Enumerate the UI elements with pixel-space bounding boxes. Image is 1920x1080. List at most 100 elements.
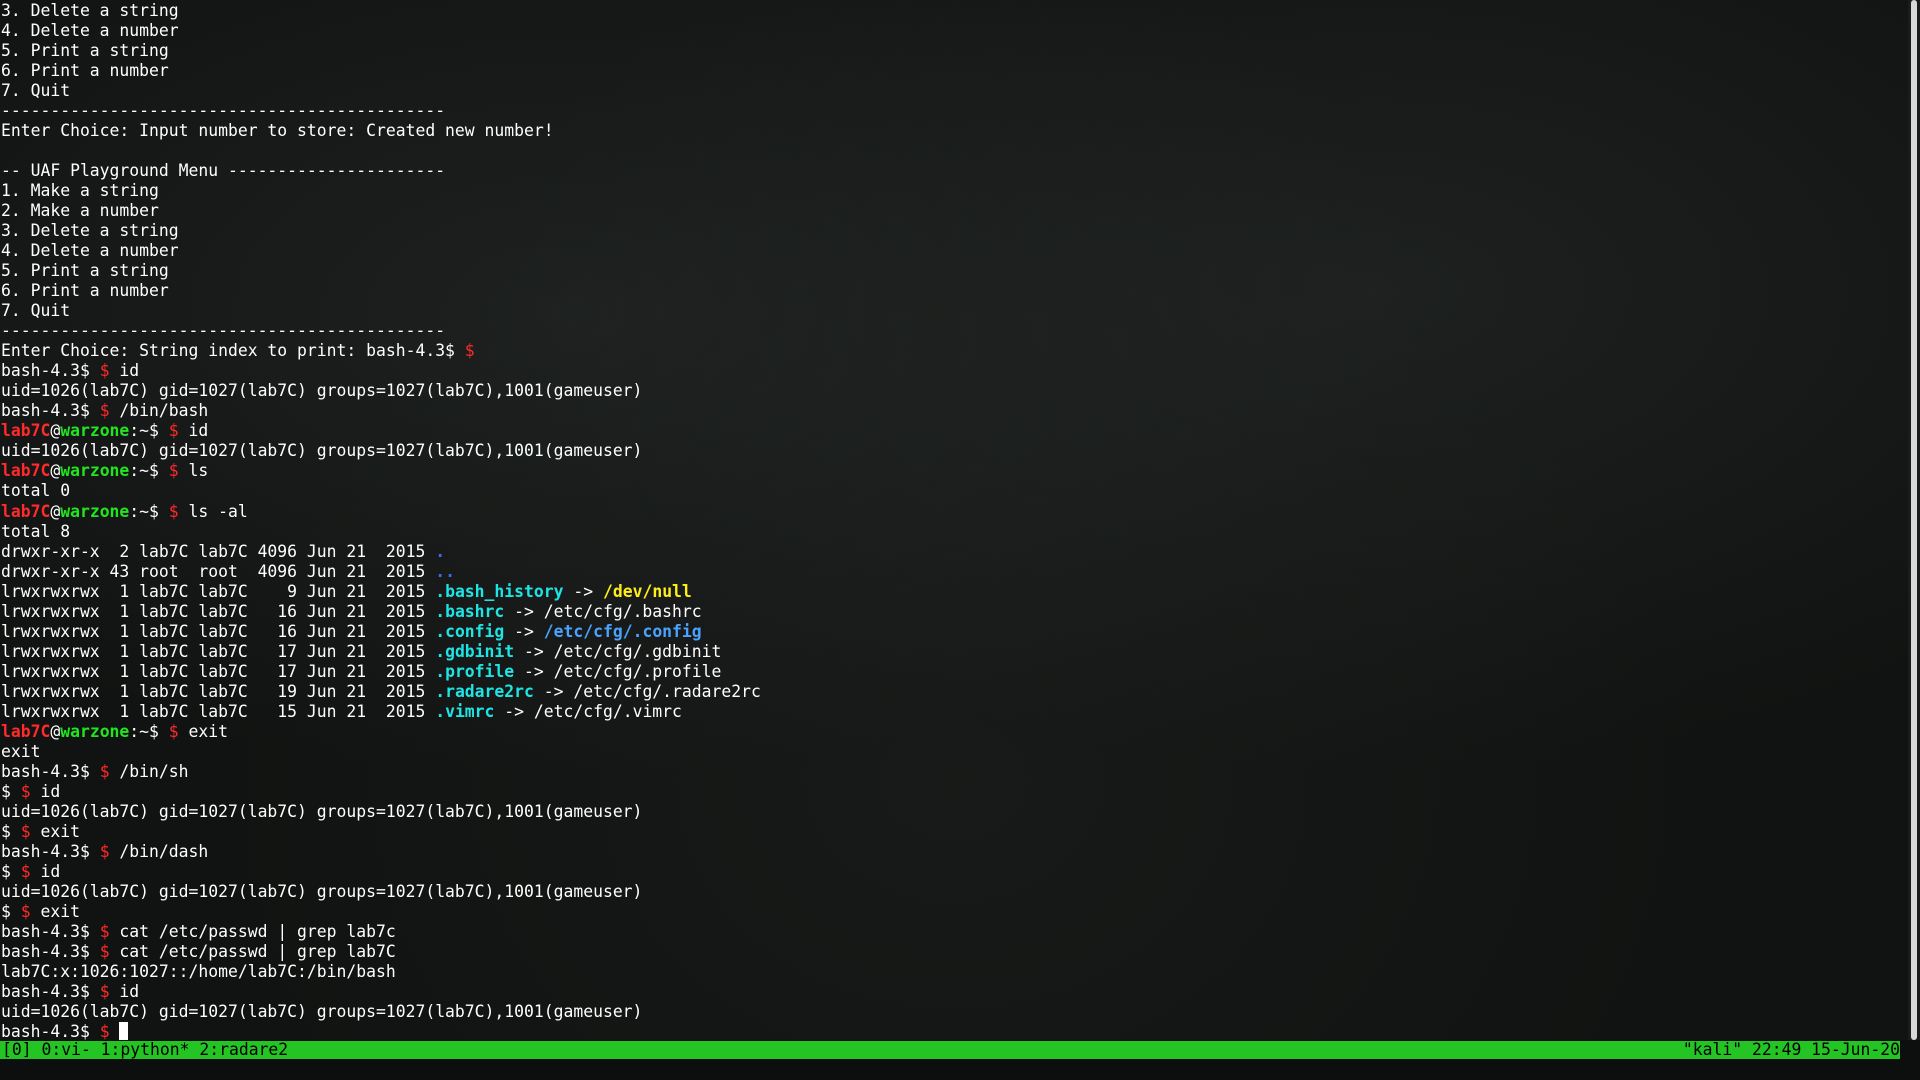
terminal-line: lrwxrwxrwx 1 lab7C lab7C 16 Jun 21 2015 … — [1, 602, 702, 622]
terminal-line: Enter Choice: Input number to store: Cre… — [1, 121, 554, 141]
terminal-text-segment: .vimrc — [435, 701, 495, 721]
terminal-text-segment: bash-4.3$ — [1, 921, 100, 941]
terminal-text-segment: exit — [1, 741, 41, 761]
terminal-text-segment: bash-4.3$ — [1, 361, 100, 381]
terminal-text-segment: -> /etc/cfg/.gdbinit — [514, 641, 722, 661]
terminal-text-segment: $ — [99, 401, 110, 421]
terminal-line: uid=1026(lab7C) gid=1027(lab7C) groups=1… — [1, 381, 642, 401]
terminal-line: ----------------------------------------… — [1, 321, 445, 341]
terminal-line: 7. Quit — [1, 301, 70, 321]
terminal-text-segment: @ — [50, 421, 61, 441]
terminal-text-segment: $ — [168, 501, 179, 521]
terminal-line: 4. Delete a number — [1, 241, 179, 261]
terminal-text-segment: 4. Delete a number — [1, 21, 179, 41]
terminal-text-segment: ----------------------------------------… — [1, 101, 446, 121]
terminal-text-segment: $ — [99, 921, 110, 941]
terminal-text-segment: $ — [99, 981, 110, 1001]
terminal-line: lab7C@warzone:~$ $ ls -al — [1, 502, 248, 522]
terminal-scrollbar[interactable] — [1908, 0, 1920, 1040]
terminal-text-segment: /bin/bash — [109, 401, 209, 421]
terminal-text-segment: :~$ — [129, 421, 169, 441]
terminal-text-segment: warzone — [60, 721, 130, 741]
terminal-text-segment: lrwxrwxrwx 1 lab7C lab7C 19 Jun 21 2015 — [1, 681, 436, 701]
terminal-line: Enter Choice: String index to print: bas… — [1, 341, 475, 361]
terminal-text-segment: warzone — [60, 501, 130, 521]
terminal-text-segment: $ — [20, 901, 31, 921]
tmux-status-bar: [0] 0:vi- 1:python* 2:radare2 "kali" 22:… — [0, 1041, 1900, 1059]
terminal-line: 1. Make a string — [1, 181, 159, 201]
terminal-text-segment: lab7C — [1, 421, 51, 441]
terminal-text-segment: id — [30, 861, 61, 881]
terminal-text-segment: bash-4.3$ — [1, 841, 100, 861]
terminal-text-segment: .bash_history — [435, 581, 564, 601]
terminal-text-segment: bash-4.3$ — [1, 941, 100, 961]
terminal-line: lrwxrwxrwx 1 lab7C lab7C 15 Jun 21 2015 … — [1, 702, 682, 722]
terminal-text-segment: $ — [20, 781, 31, 801]
terminal-text-segment: lab7C — [1, 461, 51, 481]
terminal-line: bash-4.3$ $ id — [1, 361, 139, 381]
terminal-text-segment: cat /etc/passwd | grep lab7c — [109, 921, 396, 941]
terminal-text-segment: $ — [99, 941, 110, 961]
terminal-text-segment: lrwxrwxrwx 1 lab7C lab7C 15 Jun 21 2015 — [1, 701, 436, 721]
terminal-text-segment: .config — [435, 621, 505, 641]
terminal-text-segment: exit — [30, 901, 80, 921]
terminal-line: exit — [1, 742, 40, 762]
terminal-text-segment: $ — [168, 461, 179, 481]
terminal-line: 5. Print a string — [1, 41, 169, 61]
terminal-text-segment: -> — [563, 581, 603, 601]
terminal-text-segment: exit — [178, 721, 228, 741]
terminal-line: lab7C:x:1026:1027::/home/lab7C:/bin/bash — [1, 962, 396, 982]
terminal-text-segment: $ — [168, 421, 179, 441]
terminal-text-segment: 6. Print a number — [1, 281, 169, 301]
terminal-text-segment: . — [435, 541, 446, 561]
terminal-output[interactable]: 3. Delete a string 4. Delete a number 5. P… — [0, 0, 1908, 1040]
terminal-line: lrwxrwxrwx 1 lab7C lab7C 19 Jun 21 2015 … — [1, 682, 761, 702]
terminal-line: $ $ exit — [1, 822, 80, 842]
terminal-text-segment: $ — [99, 761, 110, 781]
terminal-text-segment: 3. Delete a string — [1, 221, 179, 241]
terminal-text-segment: .radare2rc — [435, 681, 534, 701]
terminal-line: 3. Delete a string — [1, 221, 179, 241]
terminal-line: 4. Delete a number — [1, 21, 179, 41]
terminal-text-segment: 5. Print a string — [1, 41, 169, 61]
terminal-text-segment: -> /etc/cfg/.radare2rc — [533, 681, 761, 701]
terminal-text-segment: id — [30, 781, 61, 801]
terminal-text-segment: id — [109, 981, 140, 1001]
terminal-line: uid=1026(lab7C) gid=1027(lab7C) groups=1… — [1, 882, 642, 902]
tmux-window-list[interactable]: [0] 0:vi- 1:python* 2:radare2 — [2, 1041, 288, 1059]
terminal-text-segment: lrwxrwxrwx 1 lab7C lab7C 17 Jun 21 2015 — [1, 661, 436, 681]
terminal-line: lrwxrwxrwx 1 lab7C lab7C 17 Jun 21 2015 … — [1, 642, 721, 662]
terminal-line: $ $ id — [1, 782, 60, 802]
terminal-text-segment: 5. Print a string — [1, 261, 169, 281]
terminal-text-segment: exit — [30, 821, 80, 841]
terminal-text-segment: bash-4.3$ — [1, 761, 100, 781]
terminal-text-segment: uid=1026(lab7C) gid=1027(lab7C) groups=1… — [1, 881, 643, 901]
terminal-text-segment: /etc/cfg/.config — [543, 621, 702, 641]
terminal-text-segment: lrwxrwxrwx 1 lab7C lab7C 17 Jun 21 2015 — [1, 641, 436, 661]
terminal-text-segment: 3. Delete a string — [1, 1, 179, 20]
terminal-line: lab7C@warzone:~$ $ ls — [1, 461, 208, 481]
terminal-text-segment: $ — [99, 361, 110, 381]
terminal-line: 6. Print a number — [1, 281, 169, 301]
terminal-line: uid=1026(lab7C) gid=1027(lab7C) groups=1… — [1, 1002, 642, 1022]
terminal-text-segment: /dev/null — [602, 581, 692, 601]
terminal-text-segment: @ — [50, 461, 61, 481]
terminal-line: lrwxrwxrwx 1 lab7C lab7C 17 Jun 21 2015 … — [1, 662, 721, 682]
terminal-line: bash-4.3$ $ id — [1, 982, 139, 1002]
terminal-text-segment: cat /etc/passwd | grep lab7C — [109, 941, 396, 961]
terminal-text-segment: bash-4.3$ — [1, 981, 100, 1001]
terminal-text-segment: -> /etc/cfg/.bashrc — [504, 601, 702, 621]
terminal-text-segment: $ — [99, 1022, 110, 1040]
terminal-text-segment: bash-4.3$ — [1, 1022, 100, 1040]
terminal-line: lab7C@warzone:~$ $ id — [1, 421, 208, 441]
terminal-line: uid=1026(lab7C) gid=1027(lab7C) groups=1… — [1, 802, 642, 822]
terminal-text-segment: warzone — [60, 421, 130, 441]
terminal-text-segment: drwxr-xr-x 43 root root 4096 Jun 21 2015 — [1, 561, 436, 581]
terminal-text-segment: $ — [168, 721, 179, 741]
terminal-text-segment: drwxr-xr-x 2 lab7C lab7C 4096 Jun 21 201… — [1, 541, 436, 561]
terminal-text-segment: .gdbinit — [435, 641, 515, 661]
terminal-text-segment: @ — [50, 721, 61, 741]
scrollbar-thumb[interactable] — [1911, 0, 1917, 1040]
terminal-text-segment: lab7C — [1, 501, 51, 521]
terminal-text-segment: -> — [504, 621, 544, 641]
